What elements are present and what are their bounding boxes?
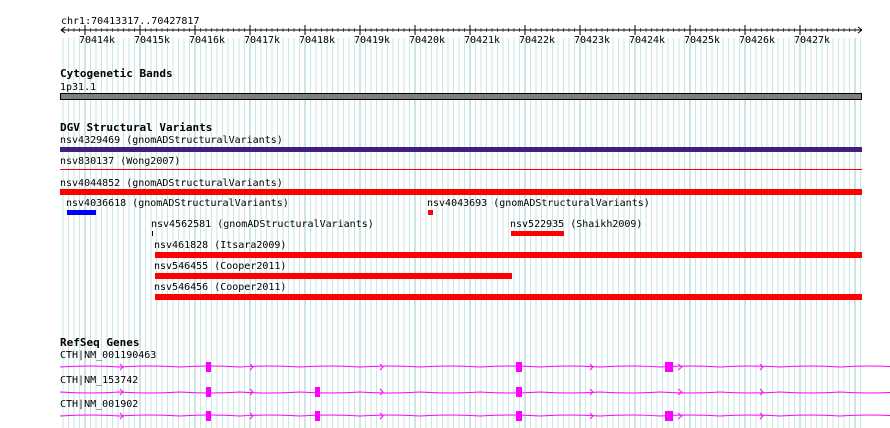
strand-arrow-icon bbox=[759, 412, 764, 420]
exon-block bbox=[516, 362, 522, 372]
strand-arrow-icon bbox=[759, 388, 764, 396]
strand-arrow-icon bbox=[379, 412, 384, 420]
exon-block bbox=[206, 387, 211, 397]
strand-arrow-icon bbox=[379, 363, 384, 371]
transcript-intron-line bbox=[59, 414, 890, 417]
gene-models[interactable] bbox=[0, 0, 890, 428]
exon-block bbox=[206, 411, 211, 421]
exon-block bbox=[516, 387, 522, 397]
transcript-intron-line bbox=[59, 365, 890, 368]
strand-arrow-icon bbox=[379, 388, 384, 396]
exon-block bbox=[315, 411, 320, 421]
strand-arrow-icon bbox=[759, 363, 764, 371]
exon-block bbox=[665, 362, 673, 372]
genome-browser: chr1:70413317..70427817 70414k 70415k 7041… bbox=[0, 0, 890, 428]
strand-arrow-icon bbox=[677, 412, 683, 420]
strand-arrow-icon bbox=[677, 363, 683, 371]
exon-block bbox=[665, 411, 673, 421]
exon-block bbox=[206, 362, 211, 372]
strand-arrow-icon bbox=[677, 388, 683, 396]
strand-arrow-icon bbox=[249, 388, 254, 396]
exon-block bbox=[315, 387, 320, 397]
strand-arrow-icon bbox=[249, 412, 254, 420]
exon-block bbox=[516, 411, 522, 421]
strand-arrow-icon bbox=[249, 363, 254, 371]
transcript-intron-line bbox=[59, 391, 890, 394]
